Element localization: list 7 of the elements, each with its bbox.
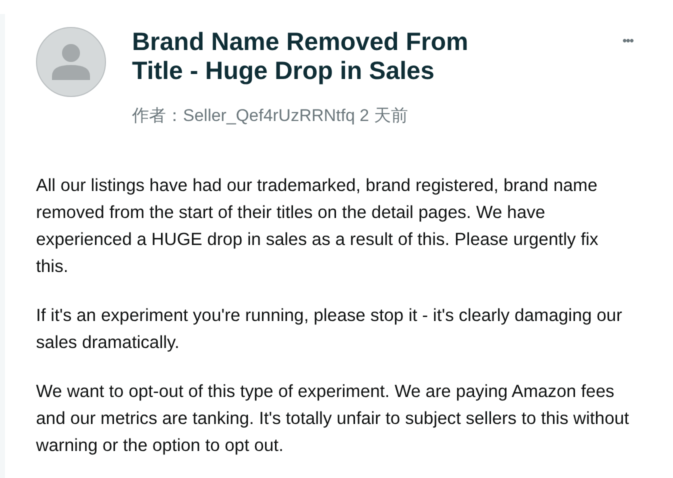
post-title: Brand Name Removed From Title - Huge Drop in Sales — [132, 27, 470, 86]
post-paragraph: If it's an experiment you're running, please stop it - it's clearly damaging our sales dramatically. — [36, 304, 624, 354]
more-options-button[interactable]: ••• — [622, 32, 633, 50]
avatar-icon — [36, 27, 106, 97]
author-line: 作者：Seller_Qef4rUzRRNtfq 2 天前 — [132, 105, 409, 127]
post-paragraph: We want to opt-out of this type of experiment. We are paying Amazon fees and our metrics are tanking. It's totally unfair to subject sellers to this without warning or the option to opt out. — [36, 380, 630, 457]
post-paragraph: All our listings have had our trademarked, brand registered, brand name removed from the start of their titles on the detail pages. We have experienced a HUGE drop in sales as a result of this. Please urgently fix this. — [36, 174, 600, 278]
